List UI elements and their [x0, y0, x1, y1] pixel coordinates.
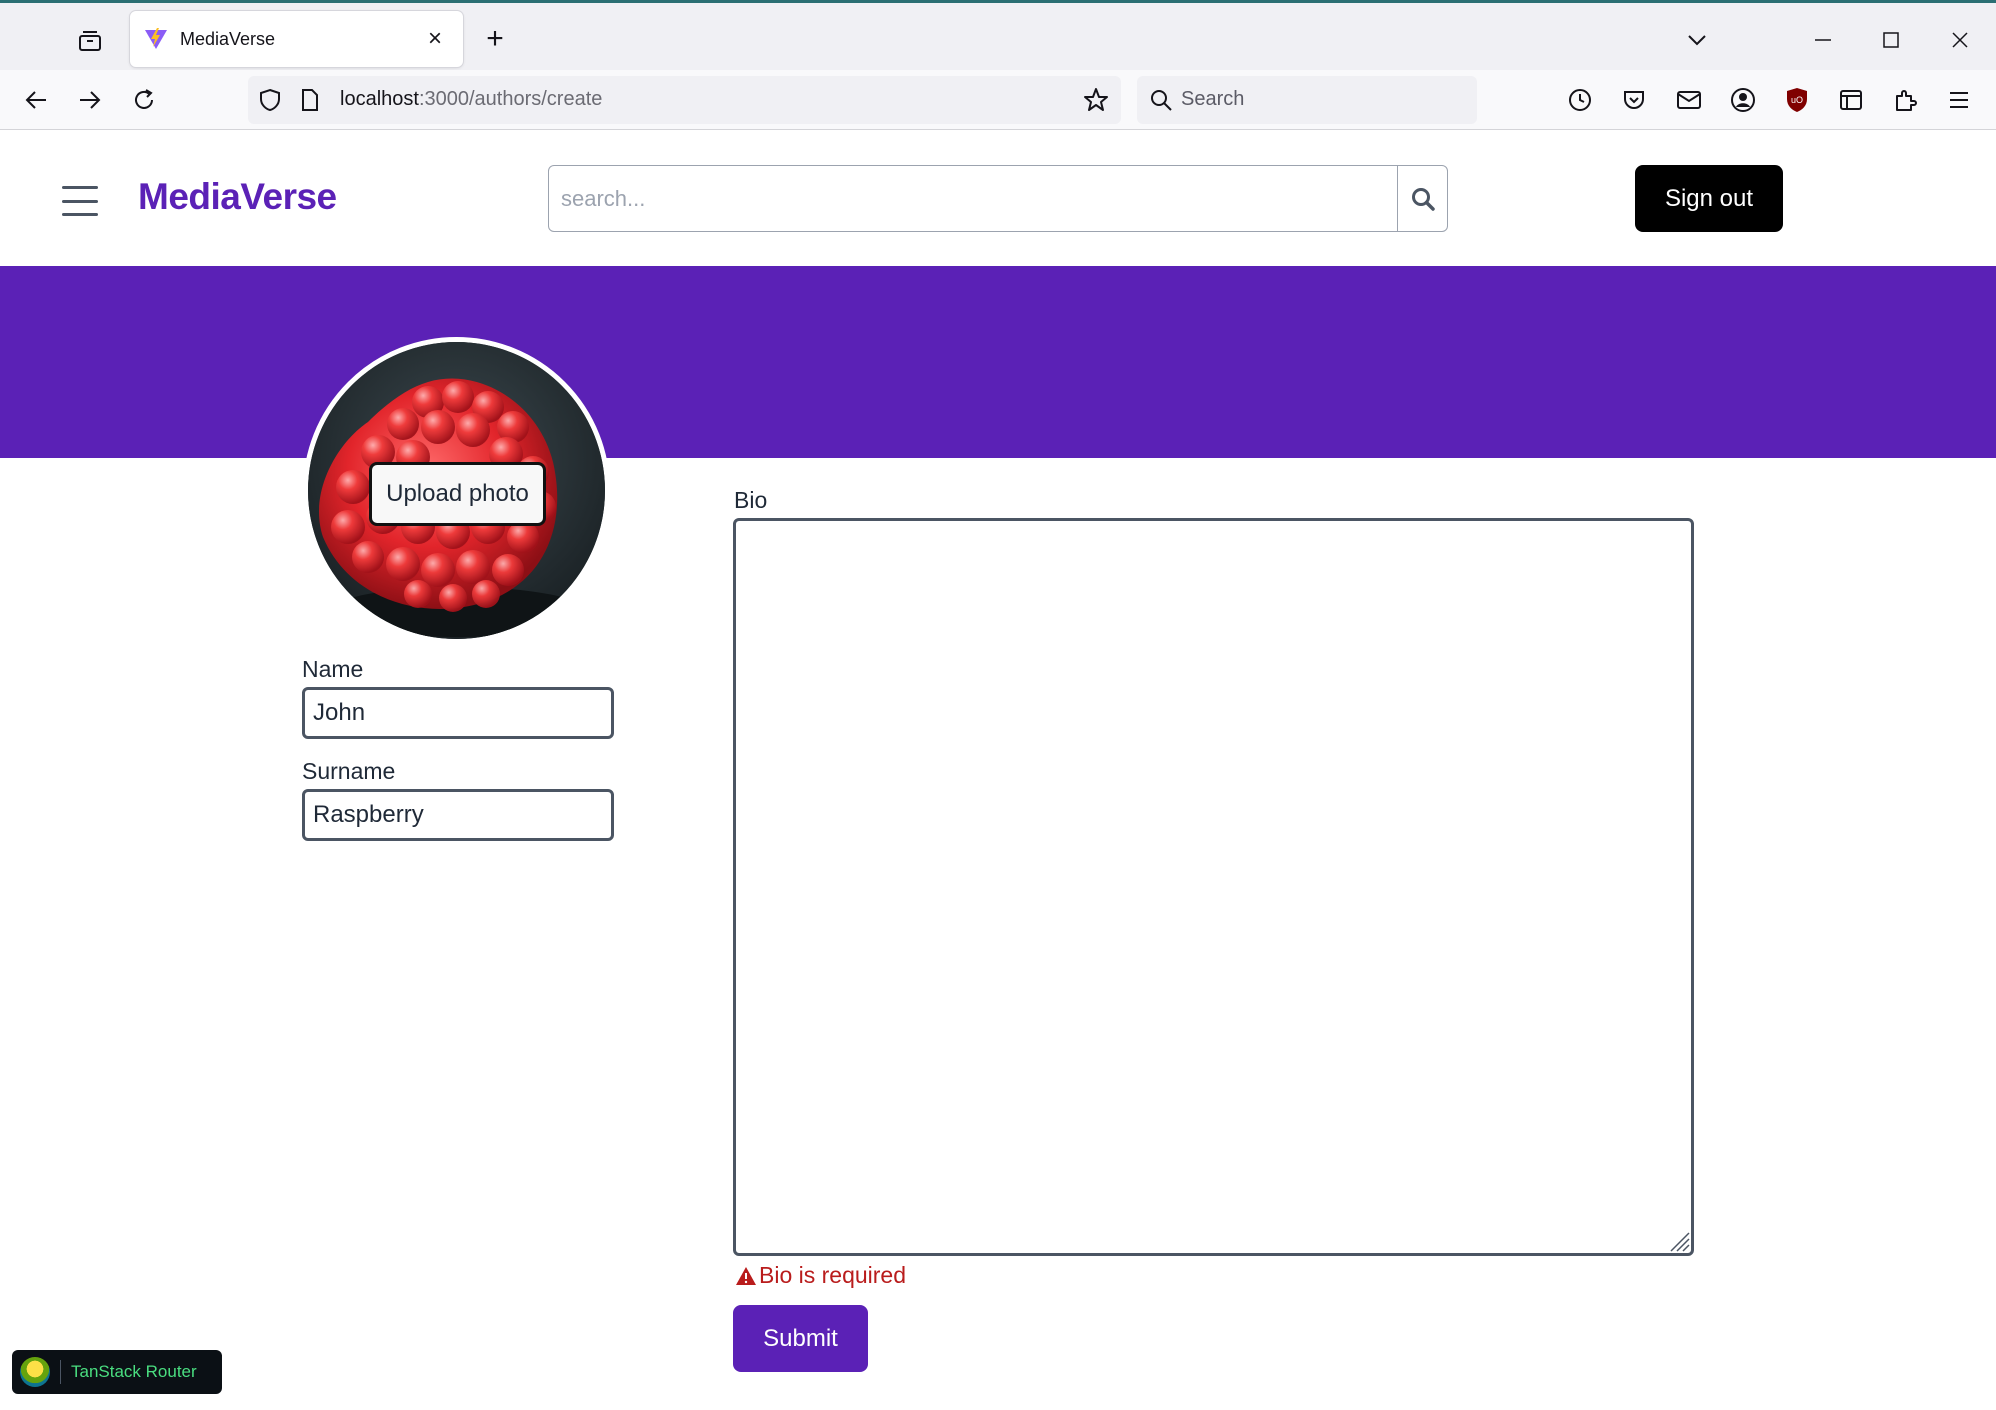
url-bar[interactable]: localhost:3000/authors/create [248, 76, 1121, 124]
plus-icon[interactable]: + [478, 23, 512, 57]
bio-label: Bio [734, 487, 768, 513]
devtools-label: TanStack Router [71, 1362, 197, 1381]
resize-grip-icon[interactable] [1668, 1230, 1690, 1252]
history-icon[interactable] [1564, 84, 1596, 116]
tab-title: MediaVerse [180, 28, 276, 49]
bio-textarea[interactable] [733, 518, 1694, 1256]
reload-icon[interactable] [124, 80, 164, 120]
search-icon [1149, 88, 1173, 117]
account-icon[interactable] [1727, 84, 1759, 116]
surname-label: Surname [302, 758, 396, 784]
page-icon[interactable] [300, 88, 320, 117]
bio-error: Bio is required [735, 1262, 906, 1289]
forward-icon[interactable] [70, 80, 110, 120]
tab-list-icon[interactable] [70, 23, 110, 59]
browser-tab-bar: MediaVerse × + [0, 0, 1996, 70]
brand-logo[interactable]: MediaVerse [138, 176, 337, 218]
browser-tab[interactable]: MediaVerse × [130, 11, 463, 67]
upload-photo-button[interactable]: Upload photo [369, 462, 546, 526]
url-path: :3000/authors/create [418, 88, 603, 110]
extensions-icon[interactable] [1889, 84, 1921, 116]
browser-search-bar[interactable]: Search [1137, 76, 1477, 124]
shield-icon[interactable] [258, 88, 282, 117]
bio-error-text: Bio is required [759, 1262, 907, 1288]
close-icon[interactable]: × [421, 25, 449, 53]
surname-input[interactable] [302, 789, 614, 841]
maximize-icon[interactable] [1871, 23, 1911, 57]
search-button[interactable] [1397, 166, 1447, 231]
back-icon[interactable] [16, 80, 56, 120]
star-icon[interactable] [1083, 87, 1109, 118]
menu-icon[interactable] [1943, 84, 1975, 116]
sign-out-button[interactable]: Sign out [1635, 165, 1783, 232]
app-search [548, 165, 1448, 232]
devtools-separator [60, 1360, 61, 1384]
window-close-icon[interactable] [1940, 23, 1980, 57]
app-header: MediaVerse Sign out [0, 131, 1996, 266]
tanstack-devtools-button[interactable]: TanStack Router [12, 1350, 222, 1394]
mail-icon[interactable] [1673, 84, 1705, 116]
pocket-icon[interactable] [1618, 84, 1650, 116]
browser-nav-bar: localhost:3000/authors/create Search uO [0, 70, 1996, 130]
name-label: Name [302, 656, 364, 682]
url-text[interactable]: localhost:3000/authors/create [340, 88, 602, 111]
container-icon[interactable] [1835, 84, 1867, 116]
hamburger-icon[interactable] [62, 186, 98, 216]
chevron-down-icon[interactable] [1677, 23, 1717, 57]
submit-button[interactable]: Submit [733, 1305, 868, 1372]
warning-icon [736, 1266, 756, 1285]
vite-favicon-icon [145, 28, 167, 49]
tanstack-logo-icon [20, 1357, 50, 1387]
minimize-icon[interactable] [1803, 23, 1843, 57]
search-input[interactable] [549, 166, 1397, 231]
ublock-icon[interactable]: uO [1781, 84, 1813, 116]
browser-search-placeholder: Search [1181, 88, 1245, 110]
profile-banner [0, 266, 1996, 458]
name-input[interactable] [302, 687, 614, 739]
svg-text:uO: uO [1791, 95, 1803, 105]
search-icon [1411, 187, 1435, 211]
url-host: localhost [340, 88, 419, 110]
